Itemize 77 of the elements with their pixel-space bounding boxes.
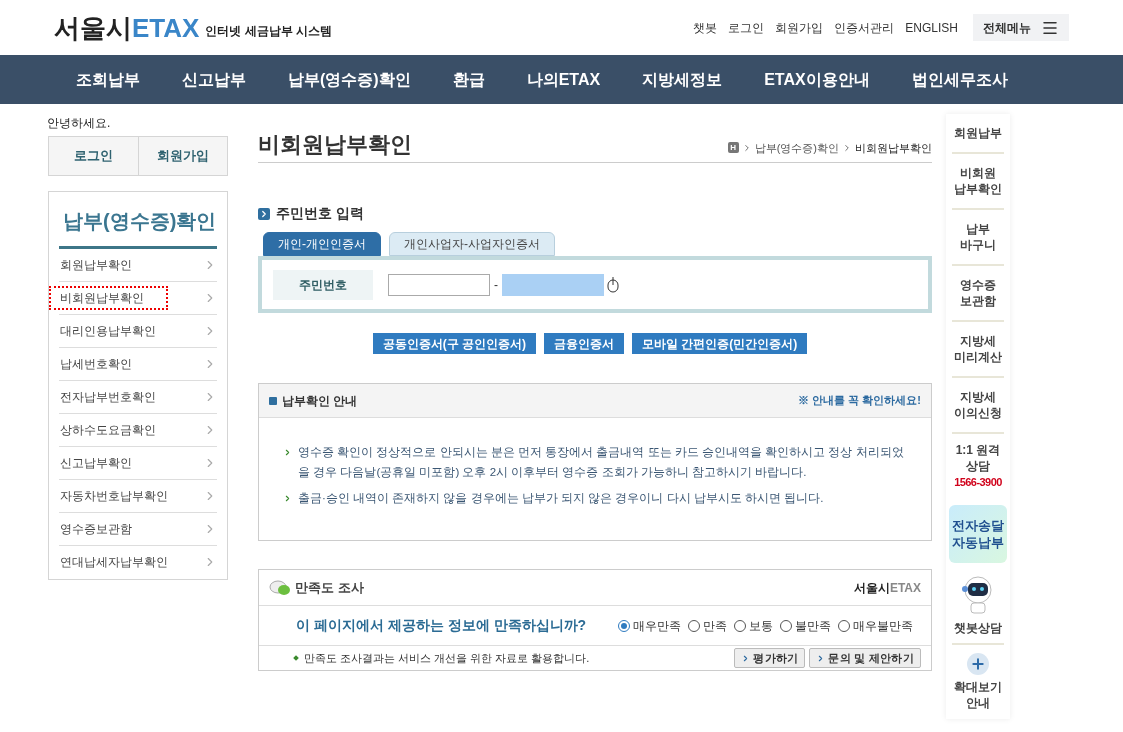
auto-payment-button[interactable]: 전자송달 자동납부 [949,504,1007,563]
quick-menu-link[interactable]: 1:1 원격 상담 [952,442,1004,474]
sidebar-item[interactable]: 연대납세자납부확인 [49,546,217,578]
header-link[interactable]: 회원가입 [775,18,824,37]
brand-logo: 서울시ETAX [853,579,921,597]
separator-text: - [494,276,498,294]
quick-menu-link[interactable]: 영수증 보관함 [952,266,1004,322]
sidebar-auth-button[interactable]: 회원가입 [138,137,227,175]
quick-menu-link[interactable]: 납부 바구니 [952,210,1004,266]
notice-hint-text: ※ 안내를 꼭 확인하세요! [798,393,921,409]
nav-item[interactable]: 환급 [452,67,485,92]
sidebar-title: 납부(영수증)확인 [59,192,217,249]
nav-item[interactable]: ETAX이용안내 [764,67,870,92]
site-tagline: 인터넷 세금납부 시스템 [205,22,333,40]
nav-item[interactable]: 법인세무조사 [911,67,1008,92]
notice-title: 납부확인 안내 [282,392,358,410]
sidebar-auth-button[interactable]: 로그인 [49,137,138,175]
nav-item[interactable]: 지방세정보 [642,67,723,92]
full-menu-button[interactable]: 전체메뉴 [973,14,1069,41]
survey-button[interactable]: 평가하기 [734,648,806,668]
sidebar-item[interactable]: 자동차번호납부확인 [49,480,217,512]
greeting-text: 안녕하세요. [47,115,112,132]
rating-radio[interactable]: 보통 [734,616,773,635]
notice-text: 영수증 확인이 정상적으로 안되시는 분은 먼저 통장에서 출금내역 또는 카드 승인내역을 확인하시고 정상 처리되었을 경우 다음날(공휴일 미포함) 오후 2시 이후부터 영수증 조회가 가능하니 참고하시기 바랍니다. [298,445,905,480]
header-link[interactable]: 로그인 [728,18,765,37]
survey-button[interactable]: 문의 및 제안하기 [809,648,921,668]
tab[interactable]: 개인-개인인증서 [263,232,381,256]
header-link[interactable]: ENGLISH [905,18,958,37]
rating-radio[interactable]: 매우만족 [618,616,681,635]
sidebar-item[interactable]: 전자납부번호확인 [49,381,217,413]
tab[interactable]: 개인사업자-사업자인증서 [389,232,555,256]
header-link[interactable]: 챗봇 [693,18,718,37]
section-heading: 주민번호 입력 [276,204,364,223]
header-link[interactable]: 인증서관리 [834,18,895,37]
bullet-icon [293,655,299,661]
sidebar-item[interactable]: 납세번호확인 [49,348,217,380]
bullet-icon [258,207,270,220]
nav-item[interactable]: 납부(영수증)확인 [288,67,411,92]
phone-number: 1566-3900 [953,475,1003,490]
survey-title: 만족도 조사 [295,578,364,597]
rating-radio[interactable]: 만족 [688,616,727,635]
bullet-icon [283,448,292,457]
certificate-button[interactable]: 금융인증서 [544,333,624,354]
sidebar-item[interactable]: 신고납부확인 [49,447,217,479]
mouse-icon [607,276,619,293]
quick-menu-link[interactable]: 지방세 이의신청 [952,378,1004,434]
nav-item[interactable]: 신고납부 [182,67,246,92]
home-icon[interactable]: H [727,142,739,154]
quick-menu-link[interactable]: 비회원 납부확인 [952,154,1004,210]
sidebar-item[interactable]: 대리인용납부확인 [49,315,217,347]
field-label: 주민번호 [273,269,373,300]
breadcrumb-link[interactable]: 납부(영수증)확인 [754,139,839,156]
robot-icon [961,574,995,615]
nav-item[interactable]: 나의ETAX [526,67,601,92]
notice-text: 출금·승인 내역이 존재하지 않을 경우에는 납부가 되지 않은 경우이니 다시 납부시도 하시면 됩니다. [298,491,824,506]
bullet-icon [283,494,292,503]
rating-radio[interactable]: 매우불만족 [838,616,913,635]
speech-bubbles-icon [269,578,291,597]
breadcrumb-link[interactable]: 비회원납부확인 [855,139,932,156]
survey-note: 만족도 조사결과는 서비스 개선을 위한 자료로 활용합니다. [304,650,590,666]
bullet-icon [269,396,277,405]
rating-radio[interactable]: 불만족 [780,616,831,635]
sidebar-item[interactable]: 상하수도요금확인 [49,414,217,446]
nav-item[interactable]: 조회납부 [76,67,140,92]
certificate-button[interactable]: 모바일 간편인증(민간인증서) [632,333,808,354]
site-logo[interactable]: 서울시ETAX [54,14,200,41]
survey-question: 이 페이지에서 제공하는 정보에 만족하십니까? [296,616,587,635]
chevron-icon [842,142,852,153]
sidebar-item[interactable]: 영수증보관함 [49,513,217,545]
chatbot-link[interactable]: 챗봇상담 [952,568,1004,645]
sidebar-item[interactable]: 회원납부확인 [49,249,217,281]
certificate-button[interactable]: 공동인증서(구 공인인증서) [372,333,536,354]
page-title: 비회원납부확인 [258,134,412,156]
quick-menu-link[interactable]: 회원납부 [952,114,1004,154]
zoom-guide-link[interactable]: 확대보기 안내 [946,644,1010,719]
plus-icon [967,652,989,675]
quick-menu-link[interactable]: 지방세 미리계산 [952,322,1004,378]
